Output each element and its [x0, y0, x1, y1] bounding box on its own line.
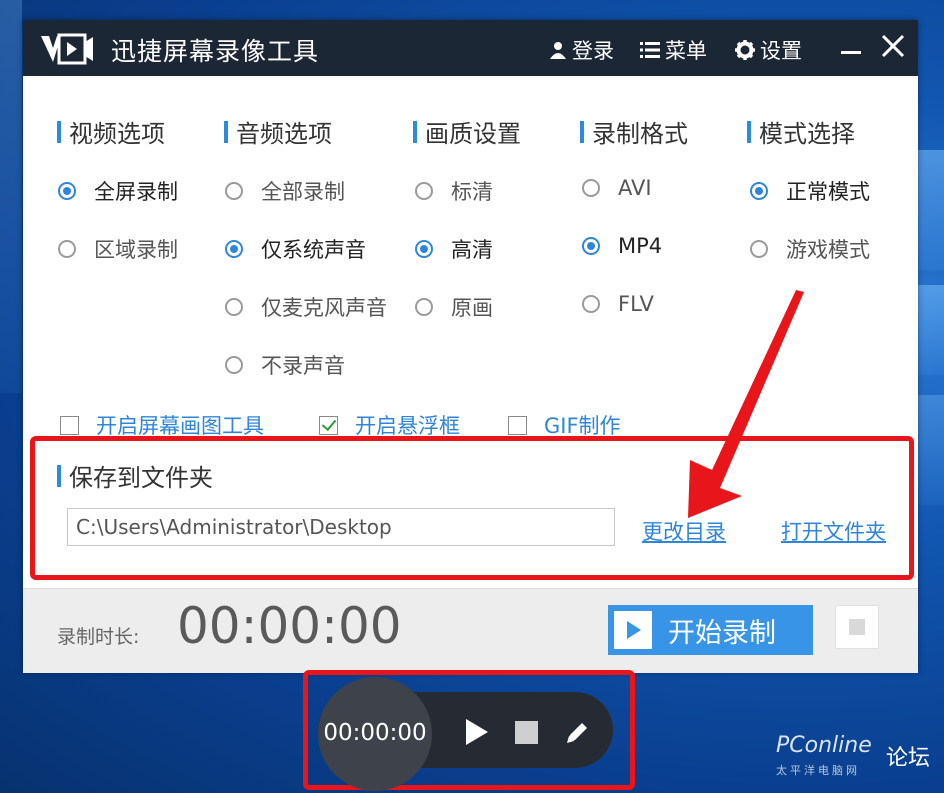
watermark-sub: 太平洋电脑网 [776, 764, 860, 777]
radio-format-mp4[interactable]: MP4 [582, 234, 662, 258]
radio-indicator [225, 356, 243, 374]
desktop-light-ray [0, 0, 22, 393]
floating-play-icon[interactable] [466, 719, 488, 745]
user-icon [550, 42, 566, 59]
radio-indicator [58, 182, 76, 200]
radio-format-avi[interactable]: AVI [582, 176, 652, 200]
menu-label: 菜单 [665, 39, 707, 63]
stop-record-button[interactable] [835, 605, 879, 649]
radio-label: AVI [618, 176, 652, 200]
close-icon[interactable] [879, 32, 907, 60]
floating-stop-icon[interactable] [515, 721, 538, 744]
login-label: 登录 [572, 39, 614, 63]
settings-button[interactable]: 设置 [735, 35, 802, 65]
radio-indicator [582, 179, 600, 197]
radio-label: 区域录制 [94, 238, 178, 262]
radio-quality-hd[interactable]: 高清 [415, 234, 493, 264]
pencil-icon[interactable] [562, 718, 592, 748]
radio-label: 原画 [451, 296, 493, 320]
floating-timer: 00:00:00 [323, 720, 427, 746]
radio-fullscreen-record[interactable]: 全屏录制 [58, 176, 178, 206]
login-button[interactable]: 登录 [549, 35, 614, 65]
highlight-save-panel [30, 436, 914, 580]
radio-format-flv[interactable]: FLV [582, 292, 654, 316]
radio-indicator [582, 295, 600, 313]
watermark-forum: 论坛 [886, 746, 931, 771]
radio-audio-mic-only[interactable]: 仅麦克风声音 [225, 292, 387, 322]
title-bar: 迅捷屏幕录像工具 登录 菜单 设置 [23, 20, 918, 76]
app-title: 迅捷屏幕录像工具 [111, 37, 320, 66]
radio-indicator [225, 298, 243, 316]
radio-label: MP4 [618, 234, 663, 258]
radio-audio-system-only[interactable]: 仅系统声音 [225, 234, 366, 264]
radio-mode-game[interactable]: 游戏模式 [750, 234, 870, 264]
radio-label: 全部录制 [261, 180, 345, 204]
radio-indicator [58, 240, 76, 258]
duration-label: 录制时长: [57, 626, 140, 648]
footer-bar: 录制时长: 00:00:00 开始录制 [23, 588, 918, 673]
radio-audio-none[interactable]: 不录声音 [225, 350, 345, 380]
app-logo-icon [41, 33, 93, 65]
menu-button[interactable]: 菜单 [640, 35, 707, 65]
menu-icon [640, 42, 660, 58]
duration-value: 00:00:00 [177, 597, 402, 655]
radio-label: 高清 [451, 238, 493, 262]
checkbox-indicator [319, 415, 338, 435]
video-options-heading: 视频选项 [57, 114, 165, 149]
mode-heading: 模式选择 [747, 114, 855, 149]
radio-indicator [225, 240, 243, 258]
checkbox-indicator [508, 415, 527, 435]
desktop-light-ray [918, 395, 944, 505]
radio-label: 仅系统声音 [261, 238, 366, 262]
radio-label: 游戏模式 [786, 238, 870, 262]
audio-options-heading: 音频选项 [224, 114, 332, 149]
radio-label: 不录声音 [261, 354, 345, 378]
gear-icon [735, 40, 755, 60]
radio-quality-sd[interactable]: 标清 [415, 176, 493, 206]
radio-quality-original[interactable]: 原画 [415, 292, 493, 322]
settings-label: 设置 [760, 39, 802, 63]
radio-indicator [225, 182, 243, 200]
radio-indicator [750, 240, 768, 258]
start-record-label: 开始录制 [668, 617, 776, 649]
radio-label: 全屏录制 [94, 180, 178, 204]
radio-audio-all[interactable]: 全部录制 [225, 176, 345, 206]
radio-label: 标清 [451, 180, 493, 204]
radio-mode-normal[interactable]: 正常模式 [750, 176, 870, 206]
radio-label: 正常模式 [786, 180, 870, 204]
radio-indicator [415, 240, 433, 258]
watermark-brand: PConline [776, 733, 872, 758]
radio-label: FLV [618, 292, 654, 316]
radio-indicator [582, 237, 600, 255]
minimize-button[interactable] [841, 51, 861, 54]
radio-indicator [415, 182, 433, 200]
radio-indicator [415, 298, 433, 316]
radio-indicator [750, 182, 768, 200]
desktop-light-ray [918, 150, 944, 270]
desktop-light-ray [918, 285, 944, 375]
quality-settings-heading: 画质设置 [413, 114, 521, 149]
radio-label: 仅麦克风声音 [261, 296, 387, 320]
play-icon [614, 611, 652, 649]
format-heading: 录制格式 [580, 114, 688, 149]
radio-region-record[interactable]: 区域录制 [58, 234, 178, 264]
checkbox-indicator [60, 415, 79, 435]
start-record-button[interactable]: 开始录制 [608, 605, 813, 655]
